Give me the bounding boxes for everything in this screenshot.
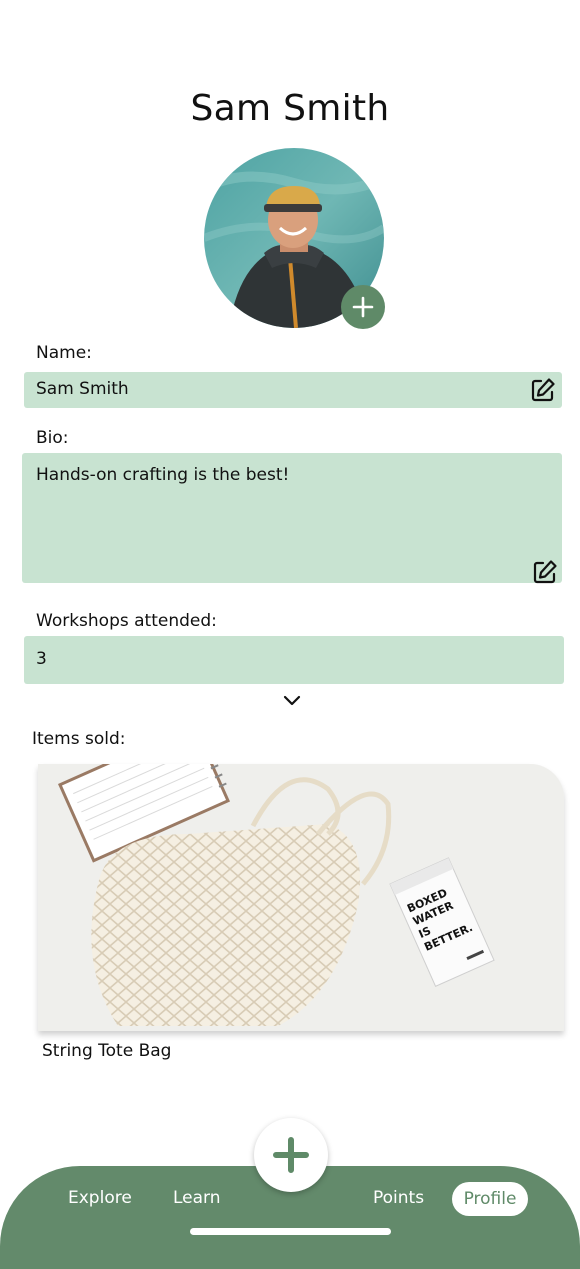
add-photo-button[interactable] — [341, 285, 385, 329]
avatar-container — [204, 148, 385, 329]
home-indicator — [190, 1228, 391, 1235]
nav-learn[interactable]: Learn — [173, 1188, 221, 1208]
nav-profile[interactable]: Profile — [452, 1182, 528, 1216]
items-sold-label: Items sold: — [32, 729, 126, 749]
workshops-label: Workshops attended: — [36, 611, 217, 631]
item-caption: String Tote Bag — [42, 1041, 172, 1061]
name-label: Name: — [36, 343, 92, 363]
chevron-down-icon[interactable] — [281, 692, 303, 710]
nav-explore[interactable]: Explore — [68, 1188, 132, 1208]
edit-icon[interactable] — [532, 559, 558, 585]
nav-points[interactable]: Points — [373, 1188, 424, 1208]
name-field[interactable]: Sam Smith — [24, 372, 562, 408]
plus-icon — [273, 1137, 309, 1173]
edit-icon[interactable] — [530, 377, 556, 403]
create-button[interactable] — [254, 1118, 328, 1192]
plus-icon — [352, 296, 374, 318]
item-image: BOXED WATER IS BETTER. — [38, 764, 564, 1031]
name-value: Sam Smith — [36, 379, 129, 399]
bio-value: Hands-on crafting is the best! — [36, 465, 290, 485]
page-title: Sam Smith — [190, 88, 390, 129]
workshops-field[interactable]: 3 — [24, 636, 564, 684]
item-card[interactable]: BOXED WATER IS BETTER. — [38, 764, 564, 1031]
bio-label: Bio: — [36, 428, 69, 448]
workshops-value: 3 — [36, 649, 47, 669]
bio-field[interactable]: Hands-on crafting is the best! — [22, 453, 562, 585]
